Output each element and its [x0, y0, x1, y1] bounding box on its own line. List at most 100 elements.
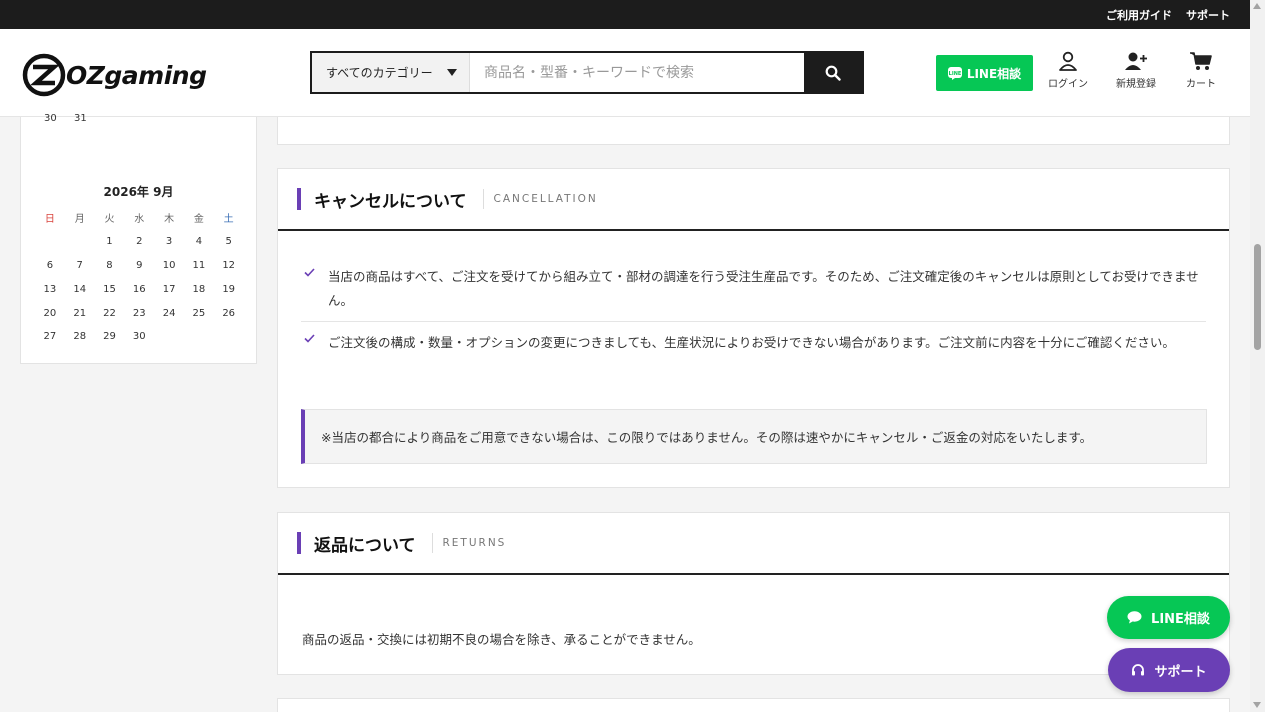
list-item-text: 当店の商品はすべて、ご注文を受けてから組み立て・部材の調達を行う受注生産品です。…	[328, 269, 1199, 308]
calendar-week: 20 21 22 23 24 25 26	[35, 301, 244, 325]
calendar-day: 20	[43, 307, 57, 319]
calendar-week: 1 2 3 4 5	[35, 230, 244, 254]
headset-icon	[1132, 664, 1145, 676]
guide-link[interactable]: ご利用ガイド	[1106, 7, 1172, 23]
category-select[interactable]: すべてのカテゴリー	[312, 53, 470, 92]
check-icon	[304, 334, 315, 343]
weekday-label: 火	[104, 214, 115, 226]
section-subtitle: CANCELLATION	[493, 193, 598, 205]
accent-bar	[297, 188, 301, 210]
line-consult-button[interactable]: LINE LINE相談	[936, 55, 1033, 91]
cancellation-list: 当店の商品はすべて、ご注文を受けてから組み立て・部材の調達を行う受注生産品です。…	[301, 265, 1206, 355]
login-button[interactable]: ログイン	[1048, 51, 1088, 90]
check-icon	[304, 268, 315, 277]
weekday-label: 土	[223, 214, 234, 226]
calendar-day: 13	[43, 283, 57, 295]
calendar-day: 28	[73, 331, 87, 343]
user-plus-icon	[1125, 52, 1147, 70]
search-input[interactable]	[470, 53, 804, 92]
calendar-day: 14	[73, 283, 87, 295]
calendar-day: 31	[74, 113, 87, 124]
calendar-day: 16	[132, 283, 146, 295]
site-logo[interactable]: OZgaming	[22, 53, 207, 97]
list-item: 当店の商品はすべて、ご注文を受けてから組み立て・部材の調達を行う受注生産品です。…	[301, 265, 1206, 322]
search-button[interactable]	[804, 53, 862, 92]
weekday-row: 日 月 火 水 木 金 土	[35, 206, 244, 230]
calendar-week: 13 14 15 16 17 18 19	[35, 277, 244, 301]
section-title: 返品について	[314, 535, 416, 556]
calendar-day	[214, 325, 244, 349]
returns-text: 商品の返品・交換には初期不良の場合を除き、承ることができません。	[302, 632, 701, 647]
calendar-day: 15	[103, 283, 116, 295]
scroll-up-icon[interactable]	[1253, 3, 1261, 9]
section-header: 返品について RETURNS	[278, 513, 1229, 575]
calendar-day: 21	[73, 307, 87, 319]
line-icon: LINE	[947, 66, 962, 80]
list-item-text: ご注文後の構成・数量・オプションの変更につきましても、生産状況によりお受けできな…	[328, 335, 1175, 350]
divider	[431, 533, 433, 553]
cancellation-section: キャンセルについて CANCELLATION 当店の商品はすべて、ご注文を受けて…	[277, 168, 1230, 488]
site-header: OZgaming すべてのカテゴリー LINE LINE相談 ログイン	[0, 29, 1250, 117]
floating-line-button[interactable]: LINE相談	[1107, 596, 1230, 639]
top-links: ご利用ガイド サポート	[1106, 0, 1230, 29]
section-header: キャンセルについて CANCELLATION	[278, 169, 1229, 231]
section-title: キャンセルについて	[314, 191, 467, 212]
weekday-label: 木	[164, 214, 175, 226]
calendar-day: 22	[103, 307, 116, 319]
support-link[interactable]: サポート	[1186, 7, 1230, 23]
calendar-week: 27 28 29 30	[35, 325, 244, 349]
calendar-day: 4	[195, 236, 203, 248]
category-select-value: すべてのカテゴリー	[326, 66, 433, 80]
calendar-day: 11	[192, 259, 206, 271]
previous-section-tail	[277, 117, 1230, 145]
calendar-day: 23	[132, 307, 146, 319]
calendar-day	[35, 230, 65, 254]
calendar-day: 10	[162, 259, 176, 271]
calendar-day: 26	[222, 307, 236, 319]
calendar-day: 18	[192, 283, 206, 295]
calendar-day: 9	[136, 259, 143, 271]
calendar-day	[65, 230, 95, 254]
floating-support-label: サポート	[1154, 664, 1207, 680]
search-bar: すべてのカテゴリー	[310, 51, 864, 94]
scroll-thumb[interactable]	[1254, 244, 1261, 350]
weekday-label: 月	[74, 214, 85, 226]
weekday-label: 水	[134, 214, 145, 226]
login-label: ログイン	[1048, 79, 1088, 90]
calendar-day	[184, 325, 214, 349]
floating-support-button[interactable]: サポート	[1108, 648, 1230, 692]
search-icon	[825, 65, 841, 81]
section-subtitle: RETURNS	[442, 537, 507, 549]
chevron-down-icon	[447, 69, 457, 76]
scroll-down-icon[interactable]	[1253, 702, 1261, 708]
calendar-day: 24	[162, 307, 176, 319]
next-section-head	[277, 698, 1230, 712]
cart-label: カート	[1186, 79, 1216, 90]
divider	[482, 189, 484, 209]
calendar-day: 27	[43, 331, 57, 343]
list-item: ご注文後の構成・数量・オプションの変更につきましても、生産状況によりお受けできな…	[301, 331, 1206, 355]
weekday-label: 日	[44, 214, 55, 226]
cart-icon	[1190, 52, 1212, 70]
top-bar: ご利用ガイド サポート	[0, 0, 1250, 29]
line-consult-label: LINE相談	[966, 66, 1022, 81]
page-scrollbar[interactable]	[1250, 0, 1265, 712]
calendar-grid: 日 月 火 水 木 金 土 1 2 3 4 5 6 7 8 9 10 11 12…	[35, 206, 244, 349]
calendar-day: 12	[222, 259, 236, 271]
calendar-day: 30	[44, 113, 57, 124]
user-icon	[1059, 51, 1077, 71]
calendar-day: 29	[103, 331, 116, 343]
calendar-day: 5	[225, 236, 232, 248]
calendar-day: 6	[46, 259, 54, 271]
calendar-week: 6 7 8 9 10 11 12	[35, 254, 244, 278]
calendar-day: 19	[222, 283, 236, 295]
svg-text:LINE: LINE	[948, 71, 961, 77]
calendar-day: 30	[132, 331, 146, 343]
register-button[interactable]: 新規登録	[1116, 51, 1156, 90]
calendar-day: 17	[162, 283, 176, 295]
cart-button[interactable]: カート	[1186, 51, 1216, 90]
calendar-day: 25	[192, 307, 206, 319]
returns-section: 返品について RETURNS 商品の返品・交換には初期不良の場合を除き、承ること…	[277, 512, 1230, 675]
calendar-day	[154, 325, 184, 349]
calendar-day: 1	[106, 236, 113, 248]
